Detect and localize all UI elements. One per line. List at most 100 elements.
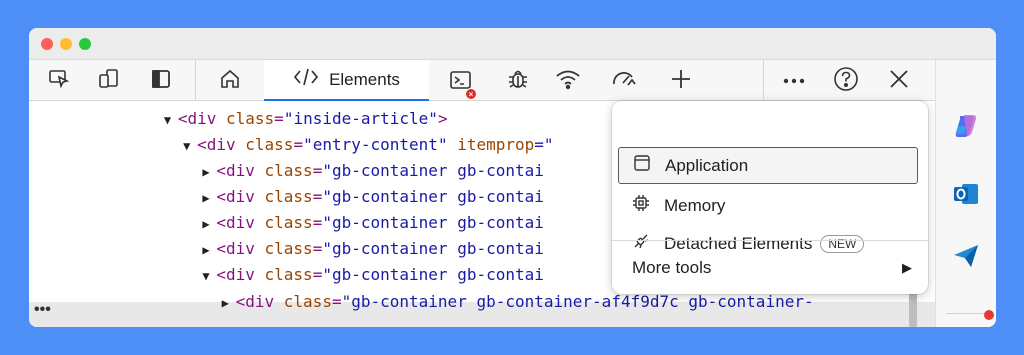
dom-node-line[interactable]: ▼ <div class="inside-article"> xyxy=(164,106,448,132)
browser-sidebar xyxy=(935,60,996,327)
network-tab[interactable] xyxy=(551,64,585,98)
expand-arrow-icon[interactable]: ▼ xyxy=(183,133,197,159)
dom-tag-name: div xyxy=(206,135,236,154)
minimize-window-button[interactable] xyxy=(60,38,72,50)
dom-attr-value: "gb-container gb-contai xyxy=(322,187,544,206)
copilot-button[interactable] xyxy=(950,112,982,144)
submenu-arrow-icon: ▶ xyxy=(902,260,912,275)
dom-attr-value: "inside-article" xyxy=(283,109,438,128)
network-wifi-icon xyxy=(555,68,581,95)
tab-elements-label: Elements xyxy=(329,69,400,89)
inspect-icon xyxy=(48,68,70,95)
collapse-arrow-icon[interactable]: ▶ xyxy=(202,211,216,237)
application-icon xyxy=(633,154,651,177)
dom-attr-name: itemprop xyxy=(457,135,535,154)
dom-node-line[interactable]: ▼ <div class="gb-container gb-contai xyxy=(202,262,544,288)
performance-tab[interactable] xyxy=(607,64,641,98)
dom-node-line[interactable]: ▶ <div class="gb-container gb-contai xyxy=(202,236,544,262)
device-emulation-icon xyxy=(98,68,120,95)
dom-attr-name: class xyxy=(264,213,313,232)
dom-tag-close: > xyxy=(437,109,448,128)
outlook-icon xyxy=(952,180,980,213)
dom-tag-name: div xyxy=(187,109,217,128)
dom-attr-value: "gb-container gb-contai xyxy=(322,265,544,284)
row-ellipsis-icon[interactable]: ••• xyxy=(34,301,51,319)
close-window-button[interactable] xyxy=(41,38,53,50)
dom-attr-name: class xyxy=(226,109,275,128)
sidebar-divider xyxy=(946,313,988,314)
collapse-arrow-icon[interactable]: ▶ xyxy=(202,159,216,185)
tab-elements[interactable]: Elements xyxy=(264,60,429,101)
add-tool-button[interactable] xyxy=(664,64,698,98)
dock-icon xyxy=(150,68,172,95)
dom-tag-name: div xyxy=(225,161,255,180)
help-button[interactable] xyxy=(829,64,863,98)
dom-attr-value: "gb-container gb-container-af4f9d7c gb-c… xyxy=(341,292,814,311)
dom-attr-name: class xyxy=(245,135,294,154)
menu-item-more-tools[interactable]: More tools ▶ xyxy=(632,251,912,285)
dom-tag-name: div xyxy=(225,265,255,284)
notification-dot xyxy=(984,310,994,320)
dom-node-line[interactable]: ▶ <div class="gb-container gb-contai xyxy=(202,210,544,236)
browser-window: Elements × ▼ <div class="inside-article"… xyxy=(29,28,996,327)
collapse-arrow-icon[interactable]: ▶ xyxy=(202,185,216,211)
send-icon xyxy=(952,243,980,274)
sources-tab[interactable] xyxy=(501,64,535,98)
close-icon xyxy=(888,68,910,95)
maximize-window-button[interactable] xyxy=(79,38,91,50)
dom-attr-name: class xyxy=(264,161,313,180)
more-options-icon xyxy=(782,72,806,90)
performance-icon xyxy=(611,68,637,95)
dom-node-line[interactable]: ▶ <div class="gb-container gb-contai xyxy=(202,184,544,210)
device-emulation-button[interactable] xyxy=(92,64,126,98)
collapse-arrow-icon[interactable]: ▶ xyxy=(222,290,236,316)
dom-attr-name: class xyxy=(283,292,332,311)
console-icon: × xyxy=(449,69,477,100)
dom-tag-name: div xyxy=(245,292,275,311)
console-tab[interactable]: × xyxy=(444,64,478,100)
code-brackets-icon xyxy=(293,67,319,92)
toolbar-divider xyxy=(195,60,196,101)
expand-arrow-icon[interactable]: ▼ xyxy=(164,107,178,133)
dom-tag-name: div xyxy=(225,239,255,258)
menu-item-memory[interactable]: Memory xyxy=(618,187,918,224)
dom-tag-name: div xyxy=(225,187,255,206)
memory-chip-icon xyxy=(632,194,650,217)
new-badge: NEW xyxy=(820,234,865,253)
menu-item-label: Application xyxy=(665,155,749,175)
dom-attr-name: class xyxy=(264,265,313,284)
more-tools-plus-icon xyxy=(670,68,692,95)
menu-divider xyxy=(612,240,928,241)
more-options-button[interactable] xyxy=(777,64,811,98)
error-badge-icon: × xyxy=(465,88,477,100)
dom-attr-name: class xyxy=(264,187,313,206)
sources-bug-icon xyxy=(506,67,530,96)
dom-tag-name: div xyxy=(225,213,255,232)
send-button[interactable] xyxy=(950,242,982,274)
menu-item-label: Memory xyxy=(664,195,726,215)
dom-attr-name: class xyxy=(264,239,313,258)
devtools-toolbar: Elements × xyxy=(29,60,935,101)
dom-attr-value: =" xyxy=(534,135,554,154)
collapse-arrow-icon[interactable]: ▶ xyxy=(202,237,216,263)
copilot-icon xyxy=(952,112,980,145)
dom-attr-value: "gb-container gb-contai xyxy=(322,161,544,180)
outlook-button[interactable] xyxy=(950,180,982,212)
expand-arrow-icon[interactable]: ▼ xyxy=(202,263,216,289)
dom-node-line[interactable]: ▼ <div class="entry-content" itemprop=" xyxy=(183,132,553,158)
help-icon xyxy=(833,66,859,97)
welcome-home-icon xyxy=(218,67,242,96)
more-tools-label: More tools xyxy=(632,258,712,277)
dom-attr-value: "gb-container gb-contai xyxy=(322,239,544,258)
dom-attr-value: "entry-content" xyxy=(303,135,448,154)
inspect-button[interactable] xyxy=(42,64,76,98)
close-devtools-button[interactable] xyxy=(882,64,916,98)
dom-attr-value: "gb-container gb-contai xyxy=(322,213,544,232)
welcome-tab[interactable] xyxy=(213,64,247,98)
title-bar xyxy=(29,28,996,60)
menu-item-application[interactable]: Application xyxy=(618,147,918,184)
more-tools-menu: Application Memory Detached Elements NEW… xyxy=(612,101,928,294)
dock-button[interactable] xyxy=(144,64,178,98)
dom-node-line[interactable]: ▶ <div class="gb-container gb-contai xyxy=(202,158,544,184)
toolbar-divider xyxy=(763,60,764,101)
